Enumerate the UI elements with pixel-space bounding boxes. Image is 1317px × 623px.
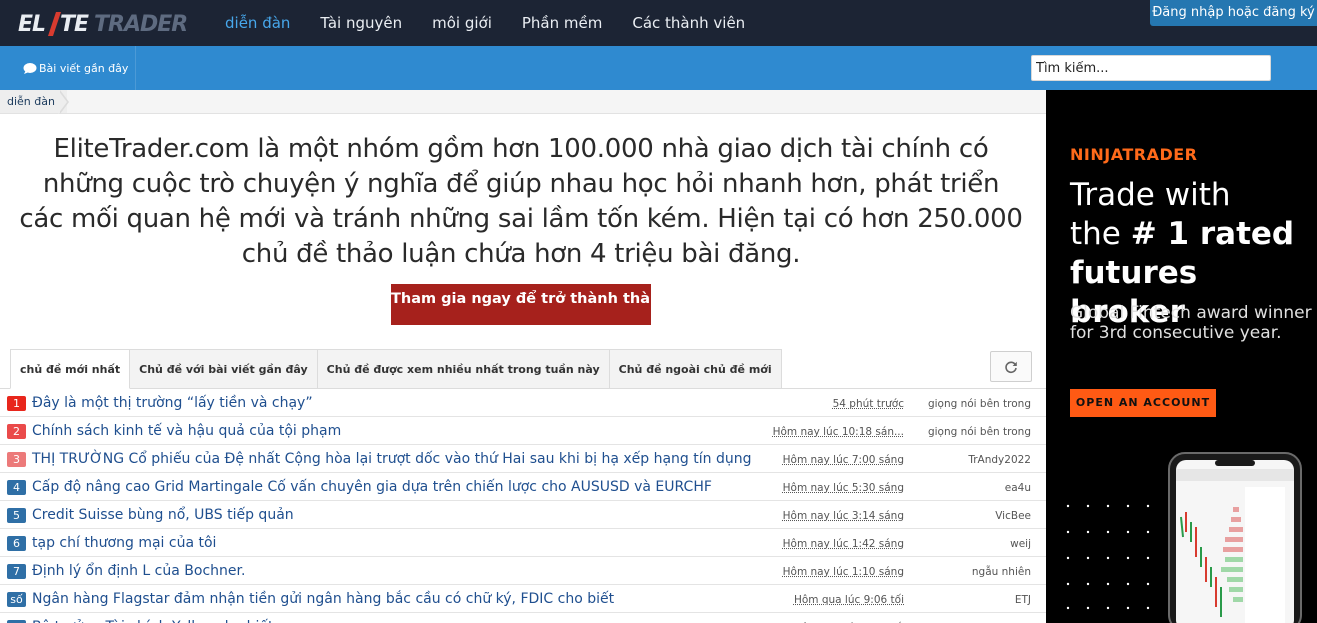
thread-list: 1 Đây là một thị trường “lấy tiền và chạy… <box>0 389 1046 623</box>
thread-last-post-time[interactable]: Hôm nay lúc 3:14 sáng <box>783 509 904 523</box>
search-input[interactable] <box>1031 55 1271 81</box>
thread-rank-badge: 6 <box>7 536 26 551</box>
ad-dot-pattern-icon <box>1066 504 1150 610</box>
thread-last-post-time[interactable]: Hôm nay lúc 5:30 sáng <box>783 481 904 495</box>
refresh-button[interactable] <box>990 351 1032 382</box>
nav-brokers[interactable]: môi giới <box>417 14 507 32</box>
thread-row: 2 Chính sách kinh tế và hậu quả của tội p… <box>0 417 1046 445</box>
thread-row: 5 Credit Suisse bùng nổ, UBS tiếp quản Hôm… <box>0 501 1046 529</box>
tab-latest-threads[interactable]: chủ đề mới nhất <box>10 349 131 389</box>
sub-nav: Bài viết gần đây <box>0 46 1317 90</box>
thread-last-poster[interactable]: ETJ <box>1015 593 1031 607</box>
svg-text:EL: EL <box>18 12 45 36</box>
thread-title-link[interactable]: Cấp độ nâng cao Grid Martingale Cố vấn c… <box>32 478 712 496</box>
thread-row: 1 Đây là một thị trường “lấy tiền và chạy… <box>0 389 1046 417</box>
recent-posts-link[interactable]: Bài viết gần đây <box>0 46 136 90</box>
thread-last-post-time[interactable]: 54 phút trước <box>833 397 904 411</box>
thread-last-post-time[interactable]: Hôm nay lúc 1:42 sáng <box>783 537 904 551</box>
intro-section: EliteTrader.com là một nhóm gồm hơn 100.… <box>0 114 1046 348</box>
thread-last-post-time[interactable]: Hôm qua lúc 9:06 tối <box>794 593 904 607</box>
ad-headline-line2-bold: # 1 rated <box>1130 216 1295 252</box>
thread-title-link[interactable]: Đây là một thị trường “lấy tiền và chạy” <box>32 394 313 412</box>
breadcrumb-separator-inner <box>58 90 67 114</box>
svg-text:TRADER: TRADER <box>94 12 187 36</box>
thread-title-link[interactable]: Định lý ổn định L của Bochner. <box>32 562 245 580</box>
thread-tabs: chủ đề mới nhất Chủ đề với bài viết gần … <box>10 349 782 389</box>
thread-rank-badge: 4 <box>7 480 26 495</box>
recent-posts-label: Bài viết gần đây <box>39 61 129 75</box>
tab-recent-posts-threads[interactable]: Chủ đề với bài viết gần đây <box>130 349 318 389</box>
phone-chart-icon <box>1168 452 1302 623</box>
thread-last-poster[interactable]: TrAndy2022 <box>968 453 1031 467</box>
thread-title-link[interactable]: Credit Suisse bùng nổ, UBS tiếp quản <box>32 506 294 524</box>
nav-forums[interactable]: diễn đàn <box>210 14 305 32</box>
refresh-icon <box>1005 360 1017 373</box>
thread-rank-badge: 5 <box>7 508 26 523</box>
ninjatrader-ad[interactable]: NINJATRADER Trade with the # 1 rated fut… <box>1046 90 1317 623</box>
thread-rank-badge: 1 <box>7 396 26 411</box>
thread-row: số Ngân hàng Flagstar đảm nhận tiền gửi n… <box>0 585 1046 613</box>
svg-text:TE: TE <box>60 12 89 36</box>
thread-last-poster[interactable]: ngẫu nhiên <box>972 565 1031 579</box>
nav-resources[interactable]: Tài nguyên <box>305 14 417 32</box>
login-register-button[interactable]: Đăng nhập hoặc đăng ký <box>1150 0 1317 26</box>
thread-last-poster[interactable]: VicBee <box>995 509 1031 523</box>
tab-off-topic-threads[interactable]: Chủ đề ngoài chủ đề mới <box>609 349 782 389</box>
thread-title-link[interactable]: Chính sách kinh tế và hậu quả của tội ph… <box>32 422 341 440</box>
open-account-button[interactable]: OPEN AN ACCOUNT <box>1070 389 1216 417</box>
ad-brand: NINJATRADER <box>1070 145 1198 164</box>
breadcrumb: diễn đàn <box>0 90 1046 114</box>
thread-title-link[interactable]: Ngân hàng Flagstar đảm nhận tiền gửi ngâ… <box>32 590 614 608</box>
top-header: EL TE TRADER diễn đàn Tài nguyên môi giớ… <box>0 0 1317 46</box>
ad-headline-line1: Trade with <box>1070 177 1231 213</box>
thread-last-poster[interactable]: weij <box>1010 537 1031 551</box>
nav-software[interactable]: Phần mềm <box>507 14 617 32</box>
breadcrumb-item-forums[interactable]: diễn đàn <box>0 90 67 113</box>
ad-headline-line2-pre: the <box>1070 216 1131 252</box>
thread-last-post-time[interactable]: Hôm nay lúc 7:00 sáng <box>783 453 904 467</box>
thread-rank-badge: 3 <box>7 452 26 467</box>
thread-row: 7 Định lý ổn định L của Bochner. Hôm nay l… <box>0 557 1046 585</box>
thread-title-link[interactable]: THỊ TRƯỜNG Cổ phiếu của Đệ nhất Cộng hòa… <box>32 450 751 468</box>
site-logo[interactable]: EL TE TRADER <box>18 9 190 37</box>
thread-rank-badge: số <box>7 592 26 607</box>
elitetrader-logo-icon: EL TE TRADER <box>18 12 188 36</box>
thread-title-link[interactable]: Bộ trưởng Tài chính Yellen cho biết... <box>32 618 287 623</box>
join-now-button[interactable]: Tham gia ngay để trở thành thành viên <box>391 284 651 325</box>
thread-last-poster[interactable]: giọng nói bên trong <box>928 425 1031 439</box>
thread-row: 4 Cấp độ nâng cao Grid Martingale Cố vấn … <box>0 473 1046 501</box>
thread-rank-badge: 2 <box>7 424 26 439</box>
ad-subtext: Global Fintech award winner for 3rd cons… <box>1070 303 1312 343</box>
intro-text: EliteTrader.com là một nhóm gồm hơn 100.… <box>19 134 1023 269</box>
nav-members[interactable]: Các thành viên <box>617 14 760 32</box>
thread-last-post-time[interactable]: Hôm nay lúc 10:18 sán... <box>773 425 904 439</box>
chat-bubble-icon <box>23 62 37 74</box>
thread-title-link[interactable]: tạp chí thương mại của tôi <box>32 534 216 552</box>
thread-row: 9Bộ trưởng Tài chính Yellen cho biết...H… <box>0 613 1046 623</box>
thread-last-poster[interactable]: giọng nói bên trong <box>928 397 1031 411</box>
thread-last-poster[interactable]: ea4u <box>1005 481 1031 495</box>
thread-row: 6 tạp chí thương mại của tôi Hôm nay lúc 1… <box>0 529 1046 557</box>
thread-rank-badge: 7 <box>7 564 26 579</box>
thread-row: 3 THỊ TRƯỜNG Cổ phiếu của Đệ nhất Cộng hò… <box>0 445 1046 473</box>
thread-last-post-time[interactable]: Hôm nay lúc 1:10 sáng <box>783 565 904 579</box>
main-nav: diễn đàn Tài nguyên môi giới Phần mềm Cá… <box>210 0 760 46</box>
tab-most-viewed-week[interactable]: Chủ đề được xem nhiều nhất trong tuần nà… <box>317 349 610 389</box>
